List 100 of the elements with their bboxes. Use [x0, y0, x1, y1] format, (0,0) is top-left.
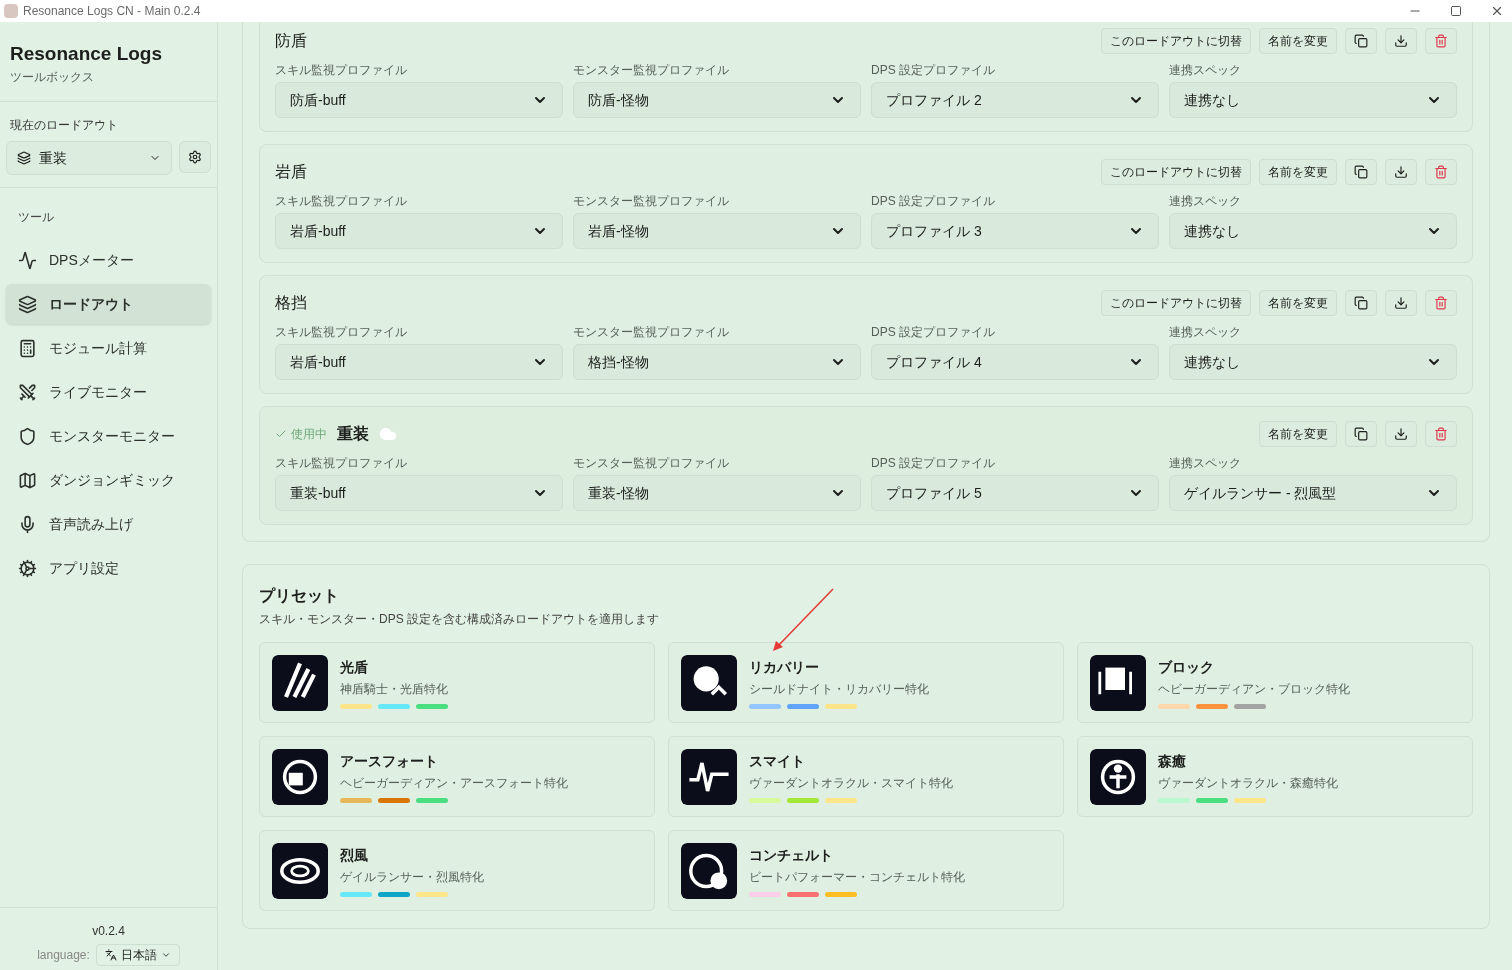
layers-icon — [17, 151, 31, 165]
preset-card[interactable]: コンチェルト ビートパフォーマー・コンチェルト特化 — [668, 830, 1064, 911]
preset-description: ヴァーダントオラクル・森癒特化 — [1158, 774, 1338, 792]
preset-card[interactable]: アースフォート ヘビーガーディアン・アースフォート特化 — [259, 736, 655, 817]
rename-button[interactable]: 名前を変更 — [1259, 421, 1337, 447]
profile-select[interactable]: 防盾-buff — [275, 82, 563, 118]
download-icon — [1394, 165, 1408, 179]
loadout-name: 防盾 — [275, 31, 307, 51]
emblem-icon — [1090, 654, 1146, 711]
profile-select[interactable]: 連携なし — [1169, 213, 1457, 249]
trash-icon — [1434, 34, 1448, 48]
preset-card[interactable]: リカバリー シールドナイト・リカバリー特化 — [668, 642, 1064, 723]
download-button[interactable] — [1385, 421, 1417, 447]
preset-name: ブロック — [1158, 657, 1215, 677]
preset-card[interactable]: スマイト ヴァーダントオラクル・スマイト特化 — [668, 736, 1064, 817]
copy-button[interactable] — [1345, 421, 1377, 447]
delete-button[interactable] — [1425, 159, 1457, 185]
language-select[interactable]: 日本語 — [95, 944, 180, 966]
nav-item[interactable]: アプリ設定 — [6, 548, 211, 588]
shield-icon — [18, 426, 37, 446]
profile-select[interactable]: 重装-buff — [275, 475, 563, 511]
field-label: スキル監視プロファイル — [275, 455, 408, 471]
preset-card[interactable]: 森癒 ヴァーダントオラクル・森癒特化 — [1077, 736, 1473, 817]
field-label: 連携スペック — [1169, 324, 1242, 340]
profile-select[interactable]: 岩盾-怪物 — [573, 213, 861, 249]
field-label: スキル監視プロファイル — [275, 324, 408, 340]
nav-item[interactable]: DPSメーター — [6, 240, 211, 280]
profile-select[interactable]: プロファイル 4 — [871, 344, 1159, 380]
trash-icon — [1434, 165, 1448, 179]
delete-button[interactable] — [1425, 290, 1457, 316]
preset-description: ビートパフォーマー・コンチェルト特化 — [749, 868, 965, 886]
switch-button[interactable]: このロードアウトに切替 — [1101, 28, 1251, 54]
active-badge: 使用中 — [275, 425, 327, 443]
field-label: 連携スペック — [1169, 62, 1242, 78]
profile-select[interactable]: プロファイル 5 — [871, 475, 1159, 511]
copy-button[interactable] — [1345, 290, 1377, 316]
profile-select[interactable]: 連携なし — [1169, 82, 1457, 118]
download-icon — [1394, 427, 1408, 441]
loadout-select[interactable]: 重装 — [6, 141, 172, 175]
profile-select[interactable]: 格挡-怪物 — [573, 344, 861, 380]
delete-button[interactable] — [1425, 28, 1457, 54]
download-icon — [1394, 34, 1408, 48]
field-label: DPS 設定プロファイル — [871, 62, 996, 78]
microphone-icon — [18, 514, 37, 534]
section-subtitle: スキル・モンスター・DPS 設定を含む構成済みロードアウトを適用します — [259, 611, 660, 628]
nav-item[interactable]: 音声読み上げ — [6, 504, 211, 544]
preset-name: スマイト — [749, 751, 806, 771]
preset-description: 神盾騎士・光盾特化 — [340, 680, 448, 698]
download-button[interactable] — [1385, 290, 1417, 316]
map-icon — [18, 470, 37, 490]
download-button[interactable] — [1385, 159, 1417, 185]
emblem-icon — [681, 748, 737, 805]
preset-name: アースフォート — [340, 751, 439, 771]
preset-card[interactable]: 光盾 神盾騎士・光盾特化 — [259, 642, 655, 723]
delete-button[interactable] — [1425, 421, 1457, 447]
preset-card[interactable]: 烈風 ゲイルランサー・烈風特化 — [259, 830, 655, 911]
field-label: DPS 設定プロファイル — [871, 193, 996, 209]
settings-icon — [188, 150, 202, 164]
section-label: ツール — [17, 209, 55, 226]
rename-button[interactable]: 名前を変更 — [1259, 28, 1337, 54]
profile-select[interactable]: 岩盾-buff — [275, 344, 563, 380]
profile-select[interactable]: プロファイル 2 — [871, 82, 1159, 118]
profile-select[interactable]: 防盾-怪物 — [573, 82, 861, 118]
preset-name: 光盾 — [340, 657, 369, 677]
maximize-icon[interactable] — [1450, 5, 1462, 17]
emblem-icon — [1090, 748, 1146, 805]
preset-card[interactable]: ブロック ヘビーガーディアン・ブロック特化 — [1077, 642, 1473, 723]
settings-button[interactable] — [179, 141, 211, 173]
translate-icon — [104, 949, 117, 961]
emblem-icon — [272, 654, 328, 711]
nav-item[interactable]: ロードアウト — [6, 284, 211, 324]
nav-item[interactable]: モンスターモニター — [6, 416, 211, 456]
swords-icon — [18, 382, 37, 402]
field-label: モンスター監視プロファイル — [573, 455, 730, 471]
nav-item[interactable]: モジュール計算 — [6, 328, 211, 368]
section-label: 現在のロードアウト — [9, 117, 119, 134]
profile-select[interactable]: 連携なし — [1169, 344, 1457, 380]
trash-icon — [1434, 296, 1448, 310]
close-icon[interactable] — [1490, 4, 1504, 18]
preset-name: コンチェルト — [749, 845, 834, 865]
rename-button[interactable]: 名前を変更 — [1259, 159, 1337, 185]
profile-select[interactable]: プロファイル 3 — [871, 213, 1159, 249]
app-icon — [4, 4, 18, 18]
nav-item[interactable]: ライブモニター — [6, 372, 211, 412]
window-title: Resonance Logs CN - Main 0.2.4 — [23, 3, 201, 20]
nav-item[interactable]: ダンジョンギミック — [6, 460, 211, 500]
profile-select[interactable]: 岩盾-buff — [275, 213, 563, 249]
profile-select[interactable]: 重装-怪物 — [573, 475, 861, 511]
download-button[interactable] — [1385, 28, 1417, 54]
switch-button[interactable]: このロードアウトに切替 — [1101, 290, 1251, 316]
copy-button[interactable] — [1345, 159, 1377, 185]
rename-button[interactable]: 名前を変更 — [1259, 290, 1337, 316]
profile-select[interactable]: ゲイルランサー - 烈風型 — [1169, 475, 1457, 511]
preset-name: リカバリー — [749, 657, 820, 677]
preset-description: ヴァーダントオラクル・スマイト特化 — [749, 774, 953, 792]
copy-icon — [1354, 296, 1368, 310]
copy-button[interactable] — [1345, 28, 1377, 54]
switch-button[interactable]: このロードアウトに切替 — [1101, 159, 1251, 185]
emblem-icon — [272, 748, 328, 805]
chevron-icon — [160, 950, 171, 960]
